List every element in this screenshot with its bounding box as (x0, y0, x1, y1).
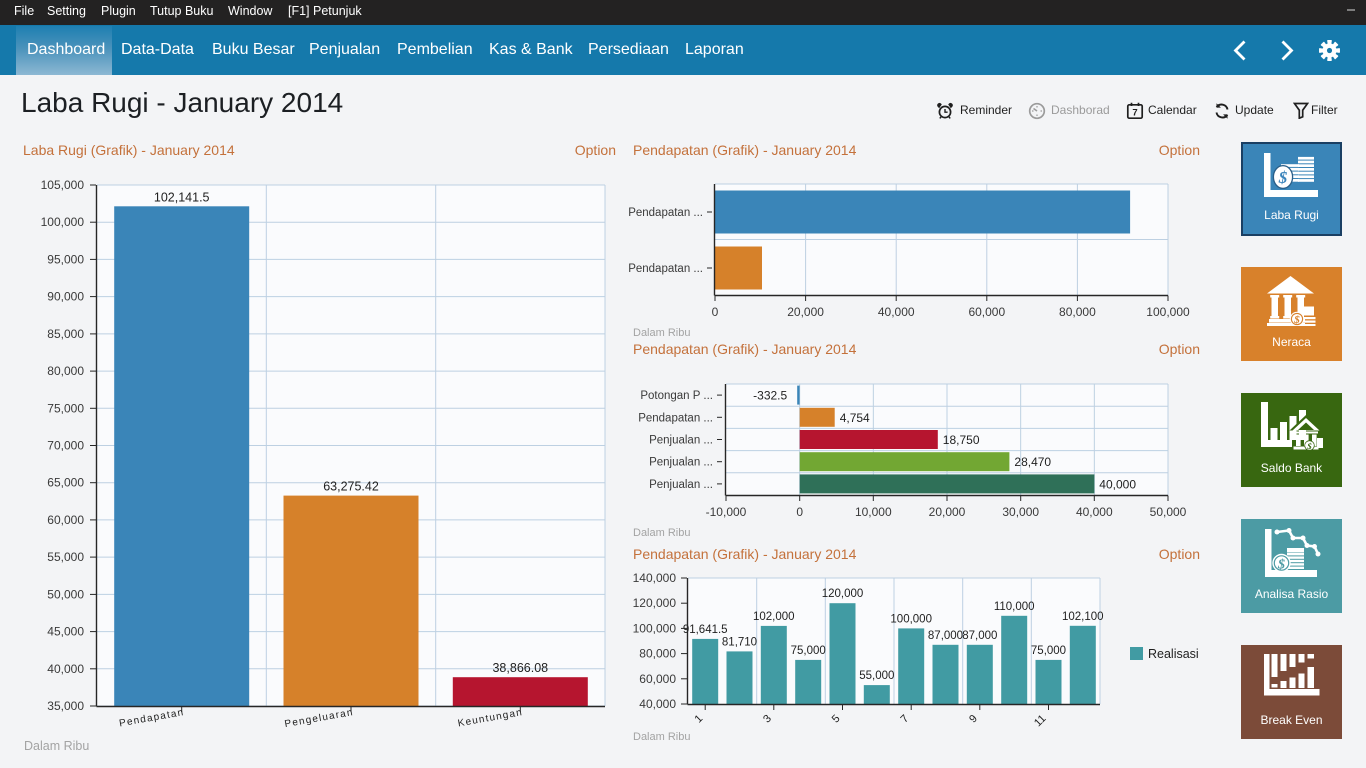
svg-text:100,000: 100,000 (1146, 305, 1190, 319)
svg-text:$: $ (1293, 314, 1300, 326)
svg-text:0: 0 (796, 505, 803, 519)
svg-text:3: 3 (761, 713, 774, 726)
svg-text:Dalam Ribu: Dalam Ribu (24, 739, 89, 753)
svg-text:9: 9 (967, 713, 980, 726)
svg-text:75,000: 75,000 (1031, 645, 1066, 657)
svg-text:75,000: 75,000 (791, 645, 826, 657)
svg-text:Penjualan ...: Penjualan ... (649, 479, 713, 491)
svg-text:60,000: 60,000 (47, 513, 84, 527)
svg-text:Option: Option (1159, 341, 1200, 357)
svg-text:Option: Option (1159, 142, 1200, 158)
svg-text:-10,000: -10,000 (706, 505, 747, 519)
svg-text:4,754: 4,754 (840, 411, 870, 425)
svg-text:65,000: 65,000 (47, 476, 84, 490)
svg-text:85,000: 85,000 (47, 327, 84, 341)
svg-text:10,000: 10,000 (855, 505, 892, 519)
svg-text:Pendapatan: Pendapatan (118, 707, 185, 729)
svg-text:20,000: 20,000 (929, 505, 966, 519)
svg-text:75,000: 75,000 (47, 401, 84, 415)
svg-text:50,000: 50,000 (47, 587, 84, 601)
svg-text:11: 11 (1032, 713, 1049, 730)
svg-text:38,866.08: 38,866.08 (492, 661, 548, 675)
svg-text:60,000: 60,000 (968, 305, 1005, 319)
svg-text:120,000: 120,000 (633, 596, 677, 610)
svg-text:Option: Option (575, 142, 616, 158)
svg-text:110,000: 110,000 (994, 601, 1035, 613)
svg-text:100,000: 100,000 (633, 621, 677, 635)
svg-text:40,000: 40,000 (1099, 477, 1136, 491)
svg-text:120,000: 120,000 (822, 588, 864, 600)
svg-text:Dalam Ribu: Dalam Ribu (633, 527, 690, 539)
svg-text:40,000: 40,000 (47, 662, 84, 676)
svg-text:1: 1 (693, 713, 706, 726)
svg-text:80,000: 80,000 (639, 647, 676, 661)
svg-text:Pendapatan ...: Pendapatan ... (628, 263, 703, 275)
svg-text:$: $ (1306, 441, 1312, 450)
svg-text:40,000: 40,000 (1076, 505, 1113, 519)
svg-text:55,000: 55,000 (859, 670, 894, 682)
svg-text:Laba Rugi (Grafik) - January 2: Laba Rugi (Grafik) - January 2014 (23, 142, 235, 158)
svg-text:Pendapatan (Grafik) - January: Pendapatan (Grafik) - January 2014 (633, 142, 857, 158)
svg-text:5: 5 (830, 713, 843, 726)
svg-text:Potongan P ...: Potongan P ... (640, 390, 713, 402)
svg-text:87,000: 87,000 (928, 630, 963, 642)
svg-text:Realisasi: Realisasi (1148, 647, 1199, 661)
svg-text:30,000: 30,000 (1002, 505, 1039, 519)
svg-text:18,750: 18,750 (943, 433, 980, 447)
svg-text:95,000: 95,000 (47, 252, 84, 266)
svg-text:100,000: 100,000 (890, 613, 932, 625)
svg-text:Pendapatan (Grafik) - January: Pendapatan (Grafik) - January 2014 (633, 341, 857, 357)
svg-text:91,641.5: 91,641.5 (683, 624, 728, 636)
svg-text:80,000: 80,000 (47, 364, 84, 378)
svg-text:Pendapatan (Grafik) - January: Pendapatan (Grafik) - January 2014 (633, 546, 857, 562)
svg-text:Pendapatan ...: Pendapatan ... (638, 412, 713, 424)
svg-text:$: $ (1277, 558, 1285, 573)
svg-text:Pengeluaran: Pengeluaran (284, 707, 355, 730)
svg-text:102,100: 102,100 (1062, 611, 1104, 623)
svg-text:60,000: 60,000 (639, 672, 676, 686)
svg-text:0: 0 (712, 305, 719, 319)
svg-text:140,000: 140,000 (633, 571, 677, 585)
svg-text:28,470: 28,470 (1014, 455, 1051, 469)
svg-text:Dalam Ribu: Dalam Ribu (633, 327, 690, 339)
svg-text:7: 7 (899, 713, 912, 726)
svg-text:63,275.42: 63,275.42 (323, 480, 379, 494)
svg-text:-332.5: -332.5 (753, 389, 787, 403)
svg-text:40,000: 40,000 (878, 305, 915, 319)
svg-text:Penjualan ...: Penjualan ... (649, 457, 713, 469)
svg-text:Keuntungan: Keuntungan (457, 707, 524, 729)
svg-text:87,000: 87,000 (962, 630, 997, 642)
svg-text:90,000: 90,000 (47, 290, 84, 304)
svg-text:81,710: 81,710 (722, 636, 757, 648)
svg-text:$: $ (1277, 168, 1287, 187)
svg-text:40,000: 40,000 (639, 697, 676, 711)
svg-text:70,000: 70,000 (47, 439, 84, 453)
svg-text:50,000: 50,000 (1150, 505, 1187, 519)
svg-text:Penjualan ...: Penjualan ... (649, 435, 713, 447)
svg-text:102,000: 102,000 (753, 611, 795, 623)
svg-text:102,141.5: 102,141.5 (154, 190, 210, 204)
svg-text:105,000: 105,000 (41, 178, 85, 192)
svg-text:55,000: 55,000 (47, 550, 84, 564)
svg-text:35,000: 35,000 (47, 699, 84, 713)
svg-text:80,000: 80,000 (1059, 305, 1096, 319)
svg-text:45,000: 45,000 (47, 625, 84, 639)
svg-text:20,000: 20,000 (787, 305, 824, 319)
svg-text:Pendapatan ...: Pendapatan ... (628, 207, 703, 219)
svg-text:Dalam Ribu: Dalam Ribu (633, 731, 690, 743)
svg-text:100,000: 100,000 (41, 215, 85, 229)
svg-text:Option: Option (1159, 546, 1200, 562)
